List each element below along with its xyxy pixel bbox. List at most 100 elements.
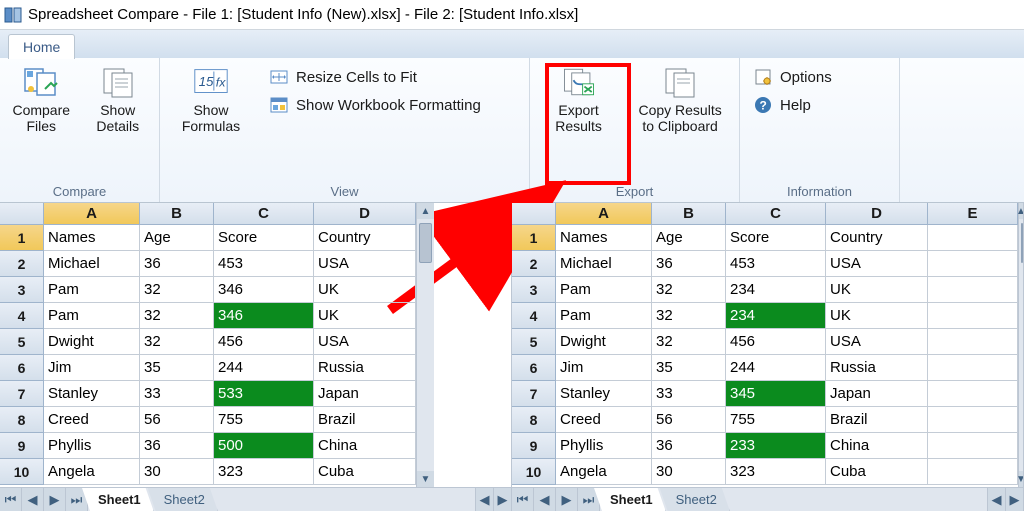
cell[interactable]: 35: [140, 355, 214, 381]
select-all-corner[interactable]: [512, 203, 556, 225]
select-all-corner[interactable]: [0, 203, 44, 225]
sheet-nav-button[interactable]: ⏮: [0, 488, 22, 511]
cell[interactable]: Jim: [44, 355, 140, 381]
cell[interactable]: Japan: [314, 381, 416, 407]
row-header[interactable]: 5: [512, 329, 556, 355]
row-header[interactable]: 10: [0, 459, 44, 485]
cell[interactable]: UK: [826, 277, 928, 303]
column-header[interactable]: D: [314, 203, 416, 225]
sheet-tab[interactable]: Sheet2: [660, 488, 730, 511]
cell[interactable]: 346: [214, 277, 314, 303]
cell[interactable]: Age: [140, 225, 214, 251]
row-header[interactable]: 6: [512, 355, 556, 381]
vertical-scrollbar[interactable]: ▲▼: [1018, 203, 1023, 487]
cell[interactable]: Michael: [556, 251, 652, 277]
cell[interactable]: 234: [726, 303, 826, 329]
cell[interactable]: 234: [726, 277, 826, 303]
cell[interactable]: 345: [726, 381, 826, 407]
cell[interactable]: Brazil: [314, 407, 416, 433]
cell[interactable]: 36: [652, 251, 726, 277]
cell[interactable]: Pam: [556, 277, 652, 303]
cell[interactable]: Score: [726, 225, 826, 251]
cell[interactable]: Age: [652, 225, 726, 251]
row-header[interactable]: 4: [512, 303, 556, 329]
cell[interactable]: Country: [826, 225, 928, 251]
cell[interactable]: 323: [214, 459, 314, 485]
vertical-scrollbar[interactable]: ▲▼: [416, 203, 434, 487]
cell[interactable]: Names: [556, 225, 652, 251]
cell[interactable]: 32: [140, 303, 214, 329]
cell[interactable]: Angela: [556, 459, 652, 485]
cell[interactable]: 33: [652, 381, 726, 407]
row-header[interactable]: 3: [512, 277, 556, 303]
scroll-down-icon[interactable]: ▼: [1019, 471, 1023, 487]
row-header[interactable]: 1: [0, 225, 44, 251]
row-header[interactable]: 7: [0, 381, 44, 407]
workbook-formatting-button[interactable]: Show Workbook Formatting: [268, 94, 481, 116]
copy-results-button[interactable]: Copy Results to Clipboard: [633, 64, 727, 134]
cell[interactable]: 244: [214, 355, 314, 381]
cell[interactable]: 533: [214, 381, 314, 407]
help-button[interactable]: ? Help: [752, 94, 832, 116]
cell[interactable]: Pam: [556, 303, 652, 329]
column-header[interactable]: A: [44, 203, 140, 225]
cell[interactable]: Names: [44, 225, 140, 251]
cell[interactable]: 456: [214, 329, 314, 355]
resize-cells-button[interactable]: Resize Cells to Fit: [268, 66, 481, 88]
column-header[interactable]: E: [928, 203, 1018, 225]
cell[interactable]: 56: [140, 407, 214, 433]
cell[interactable]: 32: [652, 329, 726, 355]
cell[interactable]: Angela: [44, 459, 140, 485]
show-details-button[interactable]: Show Details: [89, 64, 148, 134]
row-header[interactable]: 8: [0, 407, 44, 433]
cell[interactable]: China: [314, 433, 416, 459]
row-header[interactable]: 2: [512, 251, 556, 277]
scroll-down-icon[interactable]: ▼: [417, 471, 434, 487]
hscroll-button[interactable]: ◀: [987, 488, 1005, 511]
cell[interactable]: Pam: [44, 303, 140, 329]
cell[interactable]: 32: [652, 277, 726, 303]
cell[interactable]: [928, 433, 1018, 459]
cell[interactable]: Stanley: [44, 381, 140, 407]
column-header[interactable]: B: [652, 203, 726, 225]
cell[interactable]: Brazil: [826, 407, 928, 433]
cell[interactable]: 755: [214, 407, 314, 433]
cell[interactable]: 33: [140, 381, 214, 407]
cell[interactable]: Russia: [826, 355, 928, 381]
row-header[interactable]: 10: [512, 459, 556, 485]
scroll-thumb[interactable]: [419, 223, 432, 263]
cell[interactable]: USA: [826, 251, 928, 277]
cell[interactable]: UK: [826, 303, 928, 329]
cell[interactable]: Jim: [556, 355, 652, 381]
sheet-tab[interactable]: Sheet2: [148, 488, 218, 511]
cell[interactable]: Creed: [556, 407, 652, 433]
tab-home[interactable]: Home: [8, 34, 75, 59]
sheet-nav-button[interactable]: ▶: [556, 488, 578, 511]
cell[interactable]: Dwight: [44, 329, 140, 355]
cell[interactable]: 453: [214, 251, 314, 277]
cell[interactable]: Dwight: [556, 329, 652, 355]
cell[interactable]: Michael: [44, 251, 140, 277]
cell[interactable]: Stanley: [556, 381, 652, 407]
cell[interactable]: 35: [652, 355, 726, 381]
row-header[interactable]: 5: [0, 329, 44, 355]
scroll-thumb[interactable]: [1021, 223, 1023, 263]
cell[interactable]: 453: [726, 251, 826, 277]
row-header[interactable]: 1: [512, 225, 556, 251]
cell[interactable]: 233: [726, 433, 826, 459]
cell[interactable]: [928, 381, 1018, 407]
cell[interactable]: 346: [214, 303, 314, 329]
column-header[interactable]: D: [826, 203, 928, 225]
cell[interactable]: China: [826, 433, 928, 459]
cell[interactable]: 36: [140, 251, 214, 277]
cell[interactable]: [928, 407, 1018, 433]
cell[interactable]: 323: [726, 459, 826, 485]
cell[interactable]: Phyllis: [556, 433, 652, 459]
show-formulas-button[interactable]: 15fx Show Formulas: [172, 64, 250, 134]
cell[interactable]: Cuba: [826, 459, 928, 485]
cell[interactable]: 36: [140, 433, 214, 459]
row-header[interactable]: 4: [0, 303, 44, 329]
cell[interactable]: USA: [826, 329, 928, 355]
sheet-nav-button[interactable]: ◀: [22, 488, 44, 511]
cell[interactable]: [928, 329, 1018, 355]
